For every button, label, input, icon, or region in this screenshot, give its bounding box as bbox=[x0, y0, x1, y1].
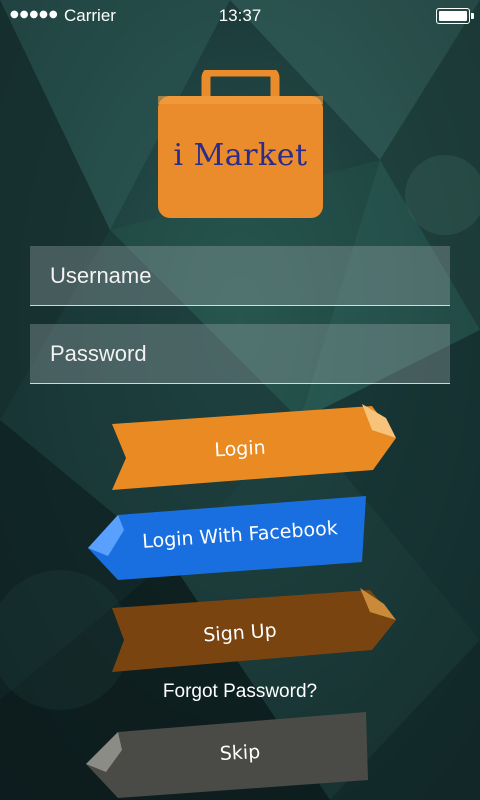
ribbon-buttons bbox=[86, 404, 396, 798]
forgot-password-link[interactable]: Forgot Password? bbox=[0, 681, 480, 703]
